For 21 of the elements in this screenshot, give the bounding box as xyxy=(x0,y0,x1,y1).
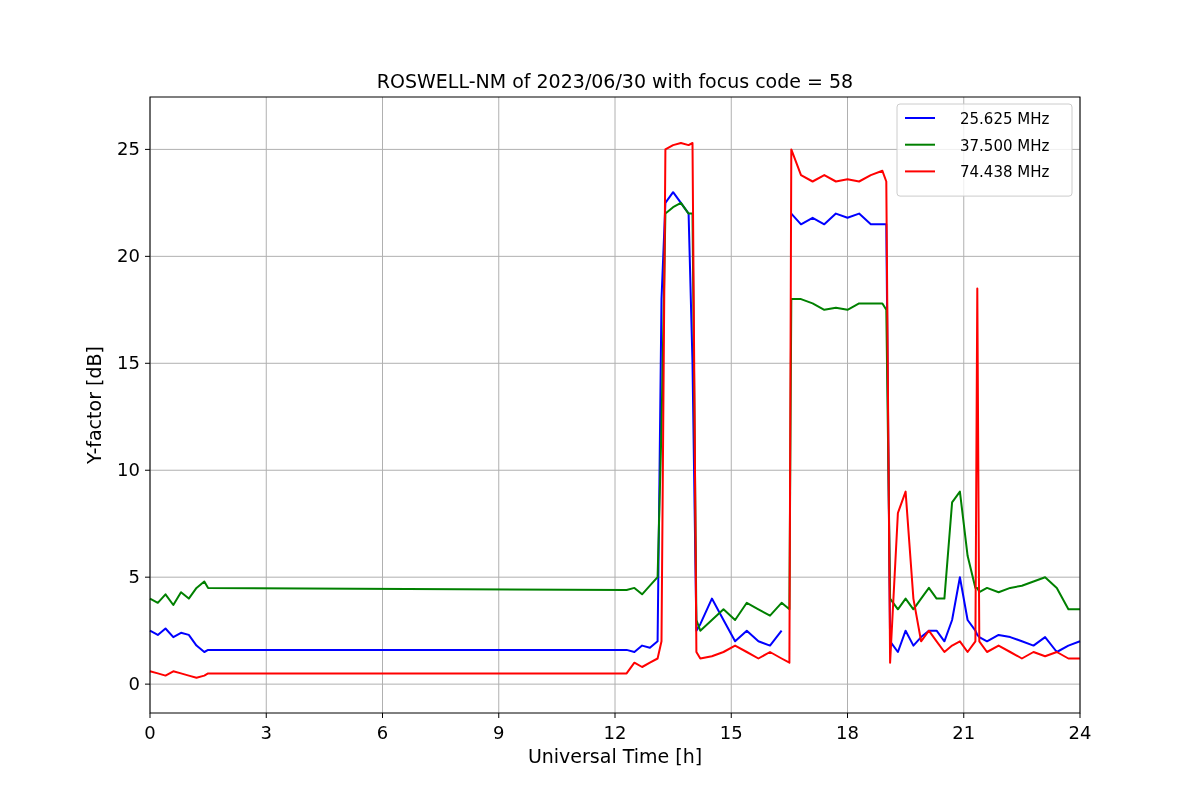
x-tick-label: 0 xyxy=(144,722,156,743)
chart-title: ROSWELL-NM of 2023/06/30 with focus code = 58 xyxy=(376,70,854,92)
y-axis-label: Y-factor [dB] xyxy=(83,346,105,464)
x-tick-label: 21 xyxy=(952,722,976,743)
y-tick-label: 5 xyxy=(128,566,140,588)
legend-label: 37.500 MHz xyxy=(960,136,1050,155)
x-tick-label: 9 xyxy=(493,722,505,743)
y-tick-label: 25 xyxy=(117,138,140,160)
y-tick-label: 0 xyxy=(128,673,140,695)
x-tick-label: 24 xyxy=(1068,722,1092,743)
y-tick-label: 15 xyxy=(117,352,140,374)
x-tick-label: 3 xyxy=(260,722,272,743)
x-tick-label: 6 xyxy=(376,722,389,743)
x-tick-label: 12 xyxy=(603,722,627,743)
x-axis-label: Universal Time [h] xyxy=(527,745,703,767)
x-tick-label: 18 xyxy=(836,722,859,743)
y-tick-label: 20 xyxy=(117,245,140,267)
x-tick-label: 15 xyxy=(719,722,743,743)
legend-label: 25.625 MHz xyxy=(960,110,1050,128)
legend-label: 74.438 MHz xyxy=(960,163,1050,182)
y-tick-label: 10 xyxy=(117,459,140,481)
